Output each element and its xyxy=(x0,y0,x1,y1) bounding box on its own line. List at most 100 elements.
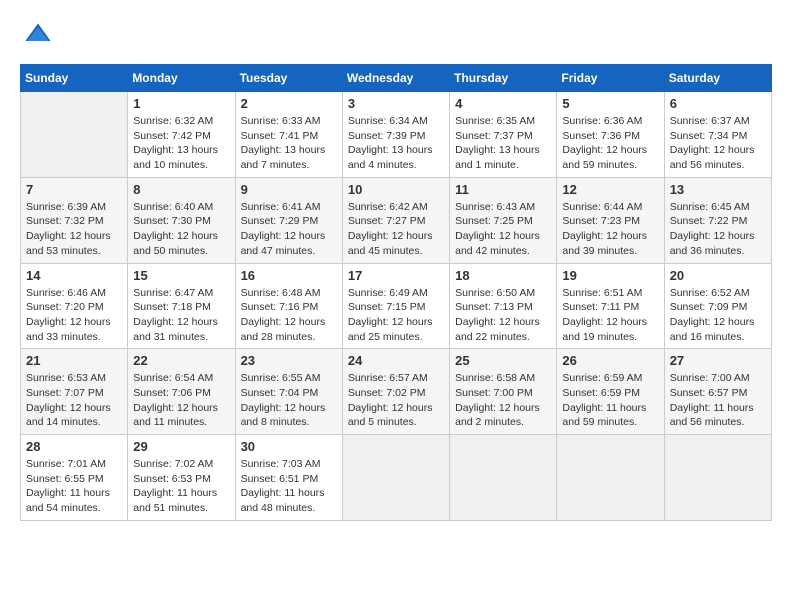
day-info: Sunrise: 6:57 AMSunset: 7:02 PMDaylight:… xyxy=(348,371,444,430)
day-number: 30 xyxy=(241,439,337,454)
day-info: Sunrise: 7:00 AMSunset: 6:57 PMDaylight:… xyxy=(670,371,766,430)
day-info: Sunrise: 6:59 AMSunset: 6:59 PMDaylight:… xyxy=(562,371,658,430)
day-number: 21 xyxy=(26,353,122,368)
day-info: Sunrise: 6:52 AMSunset: 7:09 PMDaylight:… xyxy=(670,286,766,345)
day-number: 18 xyxy=(455,268,551,283)
day-number: 11 xyxy=(455,182,551,197)
day-number: 14 xyxy=(26,268,122,283)
weekday-header-saturday: Saturday xyxy=(664,65,771,92)
calendar-cell: 9 Sunrise: 6:41 AMSunset: 7:29 PMDaylight… xyxy=(235,177,342,263)
day-number: 2 xyxy=(241,96,337,111)
day-info: Sunrise: 6:55 AMSunset: 7:04 PMDaylight:… xyxy=(241,371,337,430)
day-number: 17 xyxy=(348,268,444,283)
day-info: Sunrise: 6:36 AMSunset: 7:36 PMDaylight:… xyxy=(562,114,658,173)
day-info: Sunrise: 6:42 AMSunset: 7:27 PMDaylight:… xyxy=(348,200,444,259)
day-info: Sunrise: 6:41 AMSunset: 7:29 PMDaylight:… xyxy=(241,200,337,259)
weekday-header-tuesday: Tuesday xyxy=(235,65,342,92)
day-number: 8 xyxy=(133,182,229,197)
calendar-cell: 19 Sunrise: 6:51 AMSunset: 7:11 PMDayligh… xyxy=(557,263,664,349)
day-number: 29 xyxy=(133,439,229,454)
day-info: Sunrise: 6:45 AMSunset: 7:22 PMDaylight:… xyxy=(670,200,766,259)
week-row-4: 28 Sunrise: 7:01 AMSunset: 6:55 PMDayligh… xyxy=(21,435,772,521)
week-row-0: 1 Sunrise: 6:32 AMSunset: 7:42 PMDaylight… xyxy=(21,92,772,178)
day-number: 5 xyxy=(562,96,658,111)
calendar-cell: 30 Sunrise: 7:03 AMSunset: 6:51 PMDayligh… xyxy=(235,435,342,521)
weekday-header-friday: Friday xyxy=(557,65,664,92)
day-info: Sunrise: 6:40 AMSunset: 7:30 PMDaylight:… xyxy=(133,200,229,259)
week-row-1: 7 Sunrise: 6:39 AMSunset: 7:32 PMDaylight… xyxy=(21,177,772,263)
calendar-table: SundayMondayTuesdayWednesdayThursdayFrid… xyxy=(20,64,772,521)
calendar-cell: 25 Sunrise: 6:58 AMSunset: 7:00 PMDayligh… xyxy=(450,349,557,435)
day-info: Sunrise: 6:35 AMSunset: 7:37 PMDaylight:… xyxy=(455,114,551,173)
calendar-cell: 7 Sunrise: 6:39 AMSunset: 7:32 PMDaylight… xyxy=(21,177,128,263)
calendar-cell: 12Sunrise: 6:44 AMSunset: 7:23 PMDayligh… xyxy=(557,177,664,263)
day-info: Sunrise: 6:33 AMSunset: 7:41 PMDaylight:… xyxy=(241,114,337,173)
calendar-cell: 16 Sunrise: 6:48 AMSunset: 7:16 PMDayligh… xyxy=(235,263,342,349)
calendar-cell: 29Sunrise: 7:02 AMSunset: 6:53 PMDayligh… xyxy=(128,435,235,521)
calendar-cell: 28 Sunrise: 7:01 AMSunset: 6:55 PMDayligh… xyxy=(21,435,128,521)
day-number: 26 xyxy=(562,353,658,368)
calendar-cell xyxy=(450,435,557,521)
calendar-cell: 22Sunrise: 6:54 AMSunset: 7:06 PMDayligh… xyxy=(128,349,235,435)
day-info: Sunrise: 6:58 AMSunset: 7:00 PMDaylight:… xyxy=(455,371,551,430)
weekday-header-wednesday: Wednesday xyxy=(342,65,449,92)
calendar-cell: 11Sunrise: 6:43 AMSunset: 7:25 PMDayligh… xyxy=(450,177,557,263)
calendar-cell: 18 Sunrise: 6:50 AMSunset: 7:13 PMDayligh… xyxy=(450,263,557,349)
calendar-cell: 5 Sunrise: 6:36 AMSunset: 7:36 PMDaylight… xyxy=(557,92,664,178)
calendar-cell: 15Sunrise: 6:47 AMSunset: 7:18 PMDayligh… xyxy=(128,263,235,349)
day-info: Sunrise: 6:37 AMSunset: 7:34 PMDaylight:… xyxy=(670,114,766,173)
day-info: Sunrise: 6:34 AMSunset: 7:39 PMDaylight:… xyxy=(348,114,444,173)
calendar-cell: 17Sunrise: 6:49 AMSunset: 7:15 PMDayligh… xyxy=(342,263,449,349)
day-info: Sunrise: 6:50 AMSunset: 7:13 PMDaylight:… xyxy=(455,286,551,345)
weekday-header-thursday: Thursday xyxy=(450,65,557,92)
day-number: 27 xyxy=(670,353,766,368)
calendar-cell xyxy=(342,435,449,521)
logo-icon xyxy=(24,20,52,48)
day-number: 4 xyxy=(455,96,551,111)
calendar-cell: 10 Sunrise: 6:42 AMSunset: 7:27 PMDayligh… xyxy=(342,177,449,263)
calendar-cell: 4 Sunrise: 6:35 AMSunset: 7:37 PMDaylight… xyxy=(450,92,557,178)
day-info: Sunrise: 6:46 AMSunset: 7:20 PMDaylight:… xyxy=(26,286,122,345)
day-info: Sunrise: 7:03 AMSunset: 6:51 PMDaylight:… xyxy=(241,457,337,516)
calendar-cell: 8 Sunrise: 6:40 AMSunset: 7:30 PMDaylight… xyxy=(128,177,235,263)
calendar-cell xyxy=(557,435,664,521)
calendar-cell xyxy=(664,435,771,521)
week-row-2: 14 Sunrise: 6:46 AMSunset: 7:20 PMDayligh… xyxy=(21,263,772,349)
day-number: 23 xyxy=(241,353,337,368)
calendar-cell: 21 Sunrise: 6:53 AMSunset: 7:07 PMDayligh… xyxy=(21,349,128,435)
day-number: 25 xyxy=(455,353,551,368)
day-number: 6 xyxy=(670,96,766,111)
day-number: 24 xyxy=(348,353,444,368)
day-info: Sunrise: 7:01 AMSunset: 6:55 PMDaylight:… xyxy=(26,457,122,516)
calendar-cell: 13 Sunrise: 6:45 AMSunset: 7:22 PMDayligh… xyxy=(664,177,771,263)
day-info: Sunrise: 6:39 AMSunset: 7:32 PMDaylight:… xyxy=(26,200,122,259)
day-number: 9 xyxy=(241,182,337,197)
day-number: 3 xyxy=(348,96,444,111)
day-number: 10 xyxy=(348,182,444,197)
weekday-header-monday: Monday xyxy=(128,65,235,92)
day-number: 7 xyxy=(26,182,122,197)
calendar-cell: 2 Sunrise: 6:33 AMSunset: 7:41 PMDaylight… xyxy=(235,92,342,178)
day-number: 20 xyxy=(670,268,766,283)
day-info: Sunrise: 6:53 AMSunset: 7:07 PMDaylight:… xyxy=(26,371,122,430)
calendar-cell: 24 Sunrise: 6:57 AMSunset: 7:02 PMDayligh… xyxy=(342,349,449,435)
day-number: 13 xyxy=(670,182,766,197)
day-info: Sunrise: 6:32 AMSunset: 7:42 PMDaylight:… xyxy=(133,114,229,173)
weekday-header-sunday: Sunday xyxy=(21,65,128,92)
calendar-cell xyxy=(21,92,128,178)
day-number: 12 xyxy=(562,182,658,197)
day-info: Sunrise: 6:47 AMSunset: 7:18 PMDaylight:… xyxy=(133,286,229,345)
day-number: 19 xyxy=(562,268,658,283)
logo xyxy=(20,20,52,48)
calendar-cell: 27 Sunrise: 7:00 AMSunset: 6:57 PMDayligh… xyxy=(664,349,771,435)
day-info: Sunrise: 6:48 AMSunset: 7:16 PMDaylight:… xyxy=(241,286,337,345)
calendar-cell: 23 Sunrise: 6:55 AMSunset: 7:04 PMDayligh… xyxy=(235,349,342,435)
day-number: 16 xyxy=(241,268,337,283)
week-row-3: 21 Sunrise: 6:53 AMSunset: 7:07 PMDayligh… xyxy=(21,349,772,435)
calendar-cell: 26 Sunrise: 6:59 AMSunset: 6:59 PMDayligh… xyxy=(557,349,664,435)
day-number: 28 xyxy=(26,439,122,454)
calendar-cell: 14 Sunrise: 6:46 AMSunset: 7:20 PMDayligh… xyxy=(21,263,128,349)
day-info: Sunrise: 6:51 AMSunset: 7:11 PMDaylight:… xyxy=(562,286,658,345)
day-number: 1 xyxy=(133,96,229,111)
calendar-cell: 3 Sunrise: 6:34 AMSunset: 7:39 PMDaylight… xyxy=(342,92,449,178)
